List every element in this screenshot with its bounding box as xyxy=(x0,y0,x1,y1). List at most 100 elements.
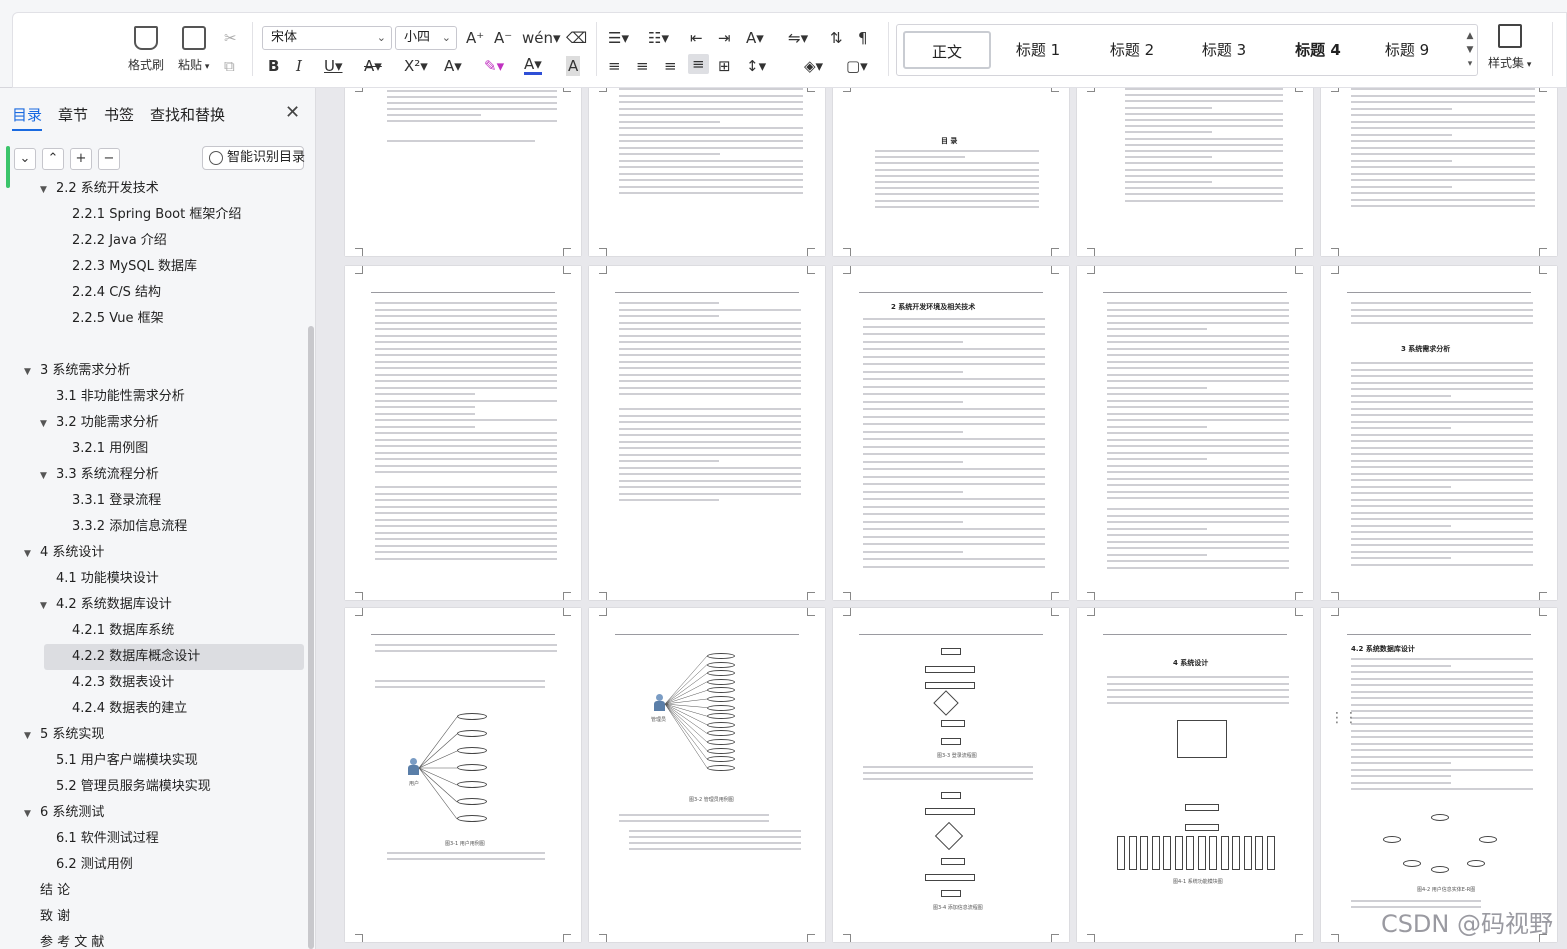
expand-arrow-icon[interactable]: ▼ xyxy=(40,419,47,429)
document-page[interactable] xyxy=(1077,266,1313,600)
tab-chapters[interactable]: 章节 xyxy=(58,104,88,125)
document-page[interactable]: 用户 图3-1 用户用例图 xyxy=(345,608,581,942)
document-page[interactable]: 图3-3 登录流程图 图3-4 添加信息流程图 xyxy=(833,608,1069,942)
drag-handle-icon[interactable]: ⋮⋮ xyxy=(1330,710,1358,726)
border-icon[interactable]: ▢▾ xyxy=(846,56,868,76)
sort-az-icon[interactable]: ⇅ xyxy=(830,28,843,48)
toc-item[interactable]: 6.2 测试用例 xyxy=(56,852,133,878)
line-spacing-icon[interactable]: ↕▾ xyxy=(746,56,766,76)
toc-item[interactable]: 6 系统测试 xyxy=(40,800,104,826)
document-page[interactable] xyxy=(345,266,581,600)
remove-heading-button[interactable]: − xyxy=(98,148,120,170)
italic-icon[interactable]: I xyxy=(296,56,302,76)
expand-arrow-icon[interactable]: ▼ xyxy=(40,601,47,611)
cut-icon[interactable]: ✂ xyxy=(224,28,237,48)
style-normal[interactable]: 正文 xyxy=(903,31,991,69)
expand-arrow-icon[interactable]: ▼ xyxy=(24,549,31,559)
toc-item[interactable]: 5.1 用户客户端模块实现 xyxy=(56,748,198,774)
show-marks-icon[interactable]: ¶ xyxy=(858,28,868,48)
font-size-select[interactable]: 小四 ⌄ xyxy=(395,26,457,50)
underline-icon[interactable]: U▾ xyxy=(324,56,343,76)
toc-item[interactable]: 4.1 功能模块设计 xyxy=(56,566,159,592)
font-color-icon[interactable]: A▾ xyxy=(524,56,542,75)
toc-item[interactable]: 4.2 系统数据库设计 xyxy=(56,592,172,618)
toc-item[interactable]: 5.2 管理员服务端模块实现 xyxy=(56,774,211,800)
strikethrough-icon[interactable]: A▾ xyxy=(364,56,382,76)
text-effect-icon[interactable]: A▾ xyxy=(444,56,462,76)
bullet-list-icon[interactable]: ☰▾ xyxy=(608,28,629,48)
toc-item[interactable]: 2.2.3 MySQL 数据库 xyxy=(72,254,197,280)
document-page[interactable] xyxy=(1077,88,1313,256)
shading-icon[interactable]: ◈▾ xyxy=(804,56,823,76)
align-center-icon[interactable]: ≡ xyxy=(636,56,649,76)
superscript-icon[interactable]: X²▾ xyxy=(404,56,428,76)
toc-item[interactable]: 4.2.3 数据表设计 xyxy=(72,670,174,696)
toc-item[interactable]: 4.2.1 数据库系统 xyxy=(72,618,174,644)
format-painter-button[interactable]: 格式刷 xyxy=(128,26,164,73)
toc-item[interactable]: 3.3 系统流程分析 xyxy=(56,462,159,488)
style-heading-3[interactable]: 标题 3 xyxy=(1181,31,1267,69)
document-page[interactable] xyxy=(345,88,581,256)
align-right-icon[interactable]: ≡ xyxy=(664,56,677,76)
toc-item[interactable]: 4 系统设计 xyxy=(40,540,104,566)
collapse-all-button[interactable]: ⌄ xyxy=(14,148,36,170)
toc-item[interactable]: 2.2 系统开发技术 xyxy=(56,178,159,202)
char-shading-icon[interactable]: A xyxy=(566,56,581,76)
expand-arrow-icon[interactable]: ▼ xyxy=(24,367,31,377)
grow-font-icon[interactable]: A⁺ xyxy=(466,28,484,48)
gallery-scroll-icon[interactable]: ▲ ▼ ▾ xyxy=(1465,29,1475,71)
shrink-font-icon[interactable]: A⁻ xyxy=(494,28,512,48)
tab-find-replace[interactable]: 查找和替换 xyxy=(150,104,225,125)
toc-item[interactable]: 5 系统实现 xyxy=(40,722,104,748)
toc-item[interactable]: 3.3.2 添加信息流程 xyxy=(72,514,187,540)
toc-item[interactable]: 结 论 xyxy=(40,878,70,904)
toc-item[interactable]: 2.2.5 Vue 框架 xyxy=(72,306,164,332)
highlight-icon[interactable]: ✎▾ xyxy=(484,56,504,76)
document-page[interactable] xyxy=(589,88,825,256)
toc-item[interactable]: 2.2.2 Java 介绍 xyxy=(72,228,167,254)
document-page[interactable]: 目 录 xyxy=(833,88,1069,256)
document-page[interactable] xyxy=(1321,88,1557,256)
toc-item[interactable]: 2.2.4 C/S 结构 xyxy=(72,280,161,306)
style-heading-2[interactable]: 标题 2 xyxy=(1089,31,1175,69)
toc-item[interactable]: 3.2.1 用例图 xyxy=(72,436,148,462)
style-heading-5[interactable]: 标题 9 xyxy=(1367,31,1447,69)
toc-item[interactable]: 6.1 软件测试过程 xyxy=(56,826,159,852)
phonetic-guide-icon[interactable]: wén▾ xyxy=(522,28,561,48)
expand-up-button[interactable]: ⌃ xyxy=(42,148,64,170)
justify-icon[interactable]: ≡ xyxy=(688,54,709,74)
tab-toc[interactable]: 目录 xyxy=(12,104,43,131)
expand-arrow-icon[interactable]: ▼ xyxy=(24,731,31,741)
add-heading-button[interactable]: + xyxy=(70,148,92,170)
toc-item[interactable]: 4.2.4 数据表的建立 xyxy=(72,696,187,722)
document-page[interactable]: 4 系统设计 图4-1 系统功能模块图 xyxy=(1077,608,1313,942)
nav-scrollbar[interactable] xyxy=(308,326,314,949)
sort-icon[interactable]: ⇋▾ xyxy=(788,28,808,48)
style-set-button[interactable]: 样式集 ▾ xyxy=(1488,24,1531,71)
close-icon[interactable]: ✕ xyxy=(285,102,300,123)
document-page[interactable] xyxy=(589,266,825,600)
increase-indent-icon[interactable]: ⇥ xyxy=(718,28,731,48)
toc-item[interactable]: 3 系统需求分析 xyxy=(40,358,130,384)
toc-item[interactable]: 4.2.2 数据库概念设计 xyxy=(44,644,304,670)
numbered-list-icon[interactable]: ☷▾ xyxy=(648,28,669,48)
bold-icon[interactable]: B xyxy=(268,56,279,76)
document-page[interactable]: 4.2 系统数据库设计 图4-2 用户信息实体E-R图 xyxy=(1321,608,1557,942)
toc-item[interactable]: 3.3.1 登录流程 xyxy=(72,488,161,514)
expand-arrow-icon[interactable]: ▼ xyxy=(40,471,47,481)
document-page[interactable]: 2 系统开发环境及相关技术 xyxy=(833,266,1069,600)
text-direction-icon[interactable]: A▾ xyxy=(746,28,764,48)
toc-item[interactable]: 2.2.1 Spring Boot 框架介绍 xyxy=(72,202,241,228)
distribute-icon[interactable]: ⊞ xyxy=(718,56,731,76)
paste-button[interactable]: 粘贴 ▾ xyxy=(178,26,209,73)
document-page[interactable]: 3 系统需求分析 xyxy=(1321,266,1557,600)
toc-item[interactable]: 致 谢 xyxy=(40,904,70,930)
toc-item[interactable]: 3.2 功能需求分析 xyxy=(56,410,159,436)
style-heading-4[interactable]: 标题 4 xyxy=(1275,31,1361,69)
font-family-select[interactable]: 宋体 ⌄ xyxy=(262,26,392,50)
toc-item[interactable]: 3.1 非功能性需求分析 xyxy=(56,384,185,410)
document-page[interactable]: 管理员 图3-2 管理员用例图 xyxy=(589,608,825,942)
smart-toc-button[interactable]: 智能识别目录 xyxy=(202,146,305,170)
expand-arrow-icon[interactable]: ▼ xyxy=(24,809,31,819)
tab-bookmarks[interactable]: 书签 xyxy=(104,104,134,125)
